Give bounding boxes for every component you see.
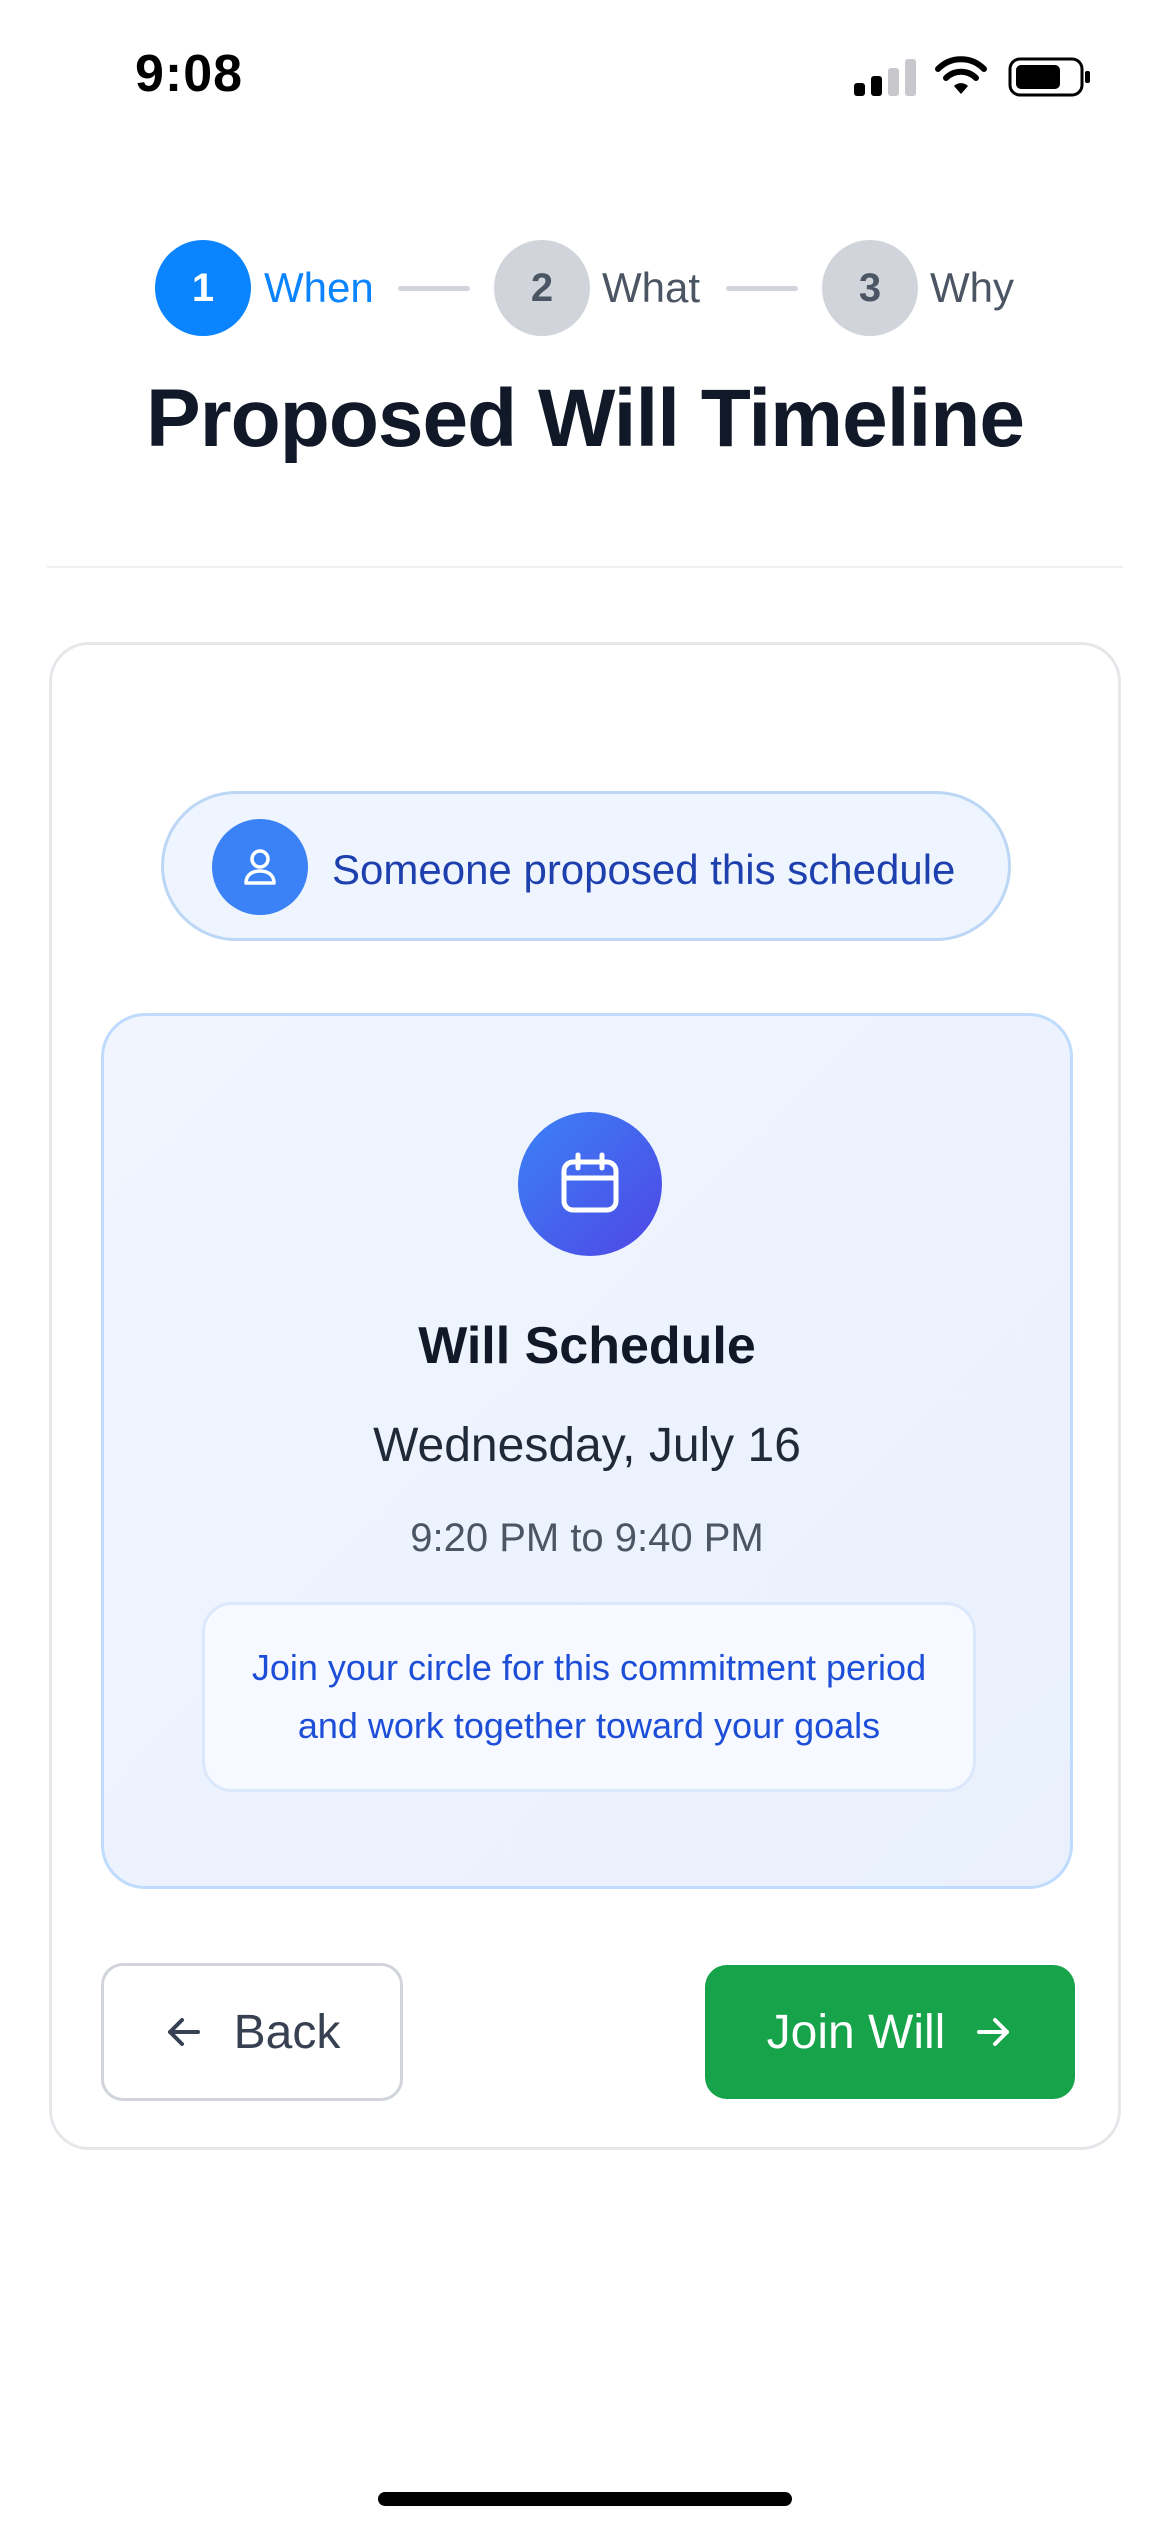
page-title: Proposed Will Timeline	[146, 373, 1025, 464]
home-indicator[interactable]	[378, 2492, 792, 2506]
wifi-icon	[935, 56, 987, 94]
header-divider	[47, 566, 1123, 568]
proposed-by-text: Someone proposed this schedule	[332, 846, 956, 893]
arrow-left-icon	[167, 2018, 200, 2046]
step-connector	[398, 286, 470, 291]
will-schedule-panel: Will Schedule Wednesday, July 16 9:20 PM…	[101, 1013, 1073, 1889]
status-bar: 9:08	[0, 0, 1170, 150]
schedule-time-range: 9:20 PM to 9:40 PM	[410, 1516, 764, 1560]
proposed-by-badge: Someone proposed this schedule	[161, 791, 1011, 941]
screen: 9:08 1 When 2 What 3 Why Proposed Will T…	[0, 0, 1170, 2532]
step-3-label[interactable]: Why	[930, 264, 1014, 312]
proposal-card: Someone proposed this schedule Will Sche…	[49, 642, 1121, 2150]
schedule-note-line-2: and work together toward your goals	[297, 1705, 881, 1746]
back-button-label: Back	[233, 2005, 341, 2059]
step-connector	[726, 286, 798, 291]
schedule-note-line-1: Join your circle for this commitment per…	[251, 1647, 927, 1688]
calendar-icon	[518, 1112, 662, 1256]
join-will-button[interactable]: Join Will	[705, 1965, 1075, 2099]
step-1-label[interactable]: When	[264, 264, 374, 312]
status-time: 9:08	[135, 45, 244, 103]
arrow-right-icon	[977, 2018, 1010, 2046]
step-2-label[interactable]: What	[602, 264, 700, 312]
schedule-title: Will Schedule	[418, 1317, 756, 1375]
step-2-indicator[interactable]: 2	[494, 240, 590, 336]
back-button[interactable]: Back	[101, 1963, 403, 2101]
step-3-indicator[interactable]: 3	[822, 240, 918, 336]
join-will-button-label: Join Will	[766, 2005, 946, 2059]
schedule-date: Wednesday, July 16	[373, 1419, 801, 1472]
battery-icon	[1008, 57, 1090, 97]
step-1-indicator[interactable]: 1	[155, 240, 251, 336]
schedule-note: Join your circle for this commitment per…	[202, 1602, 976, 1792]
stepper: 1 When 2 What 3 Why	[0, 240, 1170, 336]
person-icon	[212, 819, 308, 915]
cellular-signal-icon	[854, 58, 916, 96]
